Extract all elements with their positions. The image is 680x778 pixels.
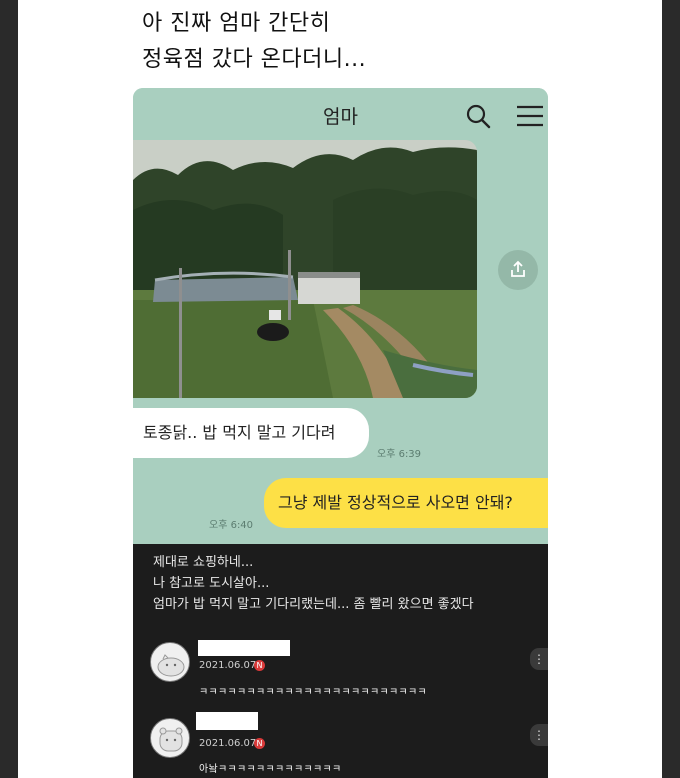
post-title: 아 진짜 엄마 간단히 정육점 갔다 온다더니... <box>142 6 366 78</box>
comment-item: 2021.06.07 N 아놬ㅋㅋㅋㅋㅋㅋㅋㅋㅋㅋㅋㅋㅋ ⋮ <box>133 712 548 778</box>
avatar-icon[interactable] <box>150 718 190 758</box>
redacted-username <box>198 640 290 656</box>
comment-section: 제대로 쇼핑하네... 나 참고로 도시살아... 엄마가 밥 먹지 말고 기다… <box>133 544 548 778</box>
post-page: 아 진짜 엄마 간단히 정육점 갔다 온다더니... 엄마 토종닭.. 밥 먹지… <box>18 0 662 778</box>
caption-line1: 제대로 쇼핑하네... <box>153 555 254 570</box>
new-badge: N <box>254 738 265 749</box>
share-button[interactable] <box>498 250 538 290</box>
comment-date: 2021.06.07 <box>199 660 257 671</box>
comment-text: 아놬ㅋㅋㅋㅋㅋㅋㅋㅋㅋㅋㅋㅋㅋ <box>199 764 342 775</box>
post-title-line1: 아 진짜 엄마 간단히 <box>142 11 331 36</box>
chat-screenshot: 엄마 토종닭.. 밥 먹지 말고 기다려 오후 6:39 그냥 제발 정상적으로… <box>133 88 548 778</box>
search-icon[interactable] <box>465 103 491 129</box>
caption-line3: 엄마가 밥 먹지 말고 기다리랬는데... 좀 빨리 왔으면 좋겠다 <box>153 597 474 612</box>
incoming-message-bubble[interactable]: 토종닭.. 밥 먹지 말고 기다려 <box>133 408 369 458</box>
share-icon <box>511 260 525 277</box>
post-title-line2: 정육점 갔다 온다더니... <box>142 47 367 72</box>
avatar-icon[interactable] <box>150 642 190 682</box>
comment-text: ㅋㅋㅋㅋㅋㅋㅋㅋㅋㅋㅋㅋㅋㅋㅋㅋㅋㅋㅋㅋㅋㅋㅋㅋ <box>199 687 427 698</box>
comment-item: 2021.06.07 N ㅋㅋㅋㅋㅋㅋㅋㅋㅋㅋㅋㅋㅋㅋㅋㅋㅋㅋㅋㅋㅋㅋㅋㅋ ⋮ <box>133 636 548 716</box>
more-icon[interactable]: ⋮ <box>530 724 548 746</box>
outgoing-message-bubble[interactable]: 그냥 제발 정상적으로 사오면 안돼? <box>264 478 548 528</box>
caption-line2: 나 참고로 도시살아... <box>153 576 270 591</box>
menu-icon[interactable] <box>515 104 545 128</box>
new-badge: N <box>254 660 265 671</box>
redacted-username <box>196 712 258 730</box>
incoming-message-time: 오후 6:39 <box>377 449 422 460</box>
shared-photo[interactable] <box>133 140 477 398</box>
post-caption: 제대로 쇼핑하네... 나 참고로 도시살아... 엄마가 밥 먹지 말고 기다… <box>153 552 474 615</box>
comment-date: 2021.06.07 <box>199 738 257 749</box>
chat-header: 엄마 <box>133 88 548 140</box>
more-icon[interactable]: ⋮ <box>530 648 548 670</box>
farm-scene-image <box>133 140 477 398</box>
outgoing-message-time: 오후 6:40 <box>209 520 254 531</box>
